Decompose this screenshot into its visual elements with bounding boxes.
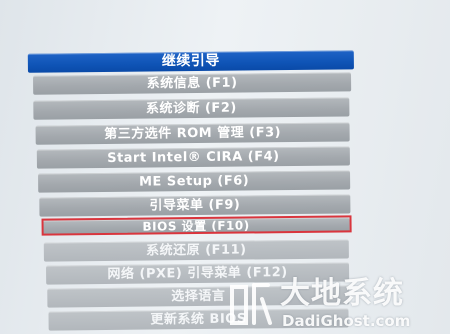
- menu-item-system-diagnostics[interactable]: 系统诊断 (F2): [33, 97, 350, 120]
- watermark: 大地系统 DadiGhost.com: [222, 277, 450, 334]
- menu-item-system-information[interactable]: 系统信息 (F1): [33, 72, 352, 95]
- menu-item-continue-boot[interactable]: 继续引导: [27, 50, 354, 73]
- annotation-highlight-box: [41, 215, 352, 236]
- bios-startup-menu-screen: 继续引导 系统信息 (F1) 系统诊断 (F2) 第三方选件 ROM 管理 (F…: [0, 0, 450, 334]
- watermark-title: 大地系统: [280, 276, 404, 311]
- dadi-logo-icon: [230, 283, 272, 325]
- menu-item-start-intel-cira[interactable]: Start Intel® CIRA (F4): [36, 146, 350, 169]
- menu-item-option-rom-management[interactable]: 第三方选件 ROM 管理 (F3): [35, 122, 350, 145]
- menu-item-me-setup[interactable]: ME Setup (F6): [38, 170, 351, 193]
- menu-item-system-recovery[interactable]: 系统还原 (F11): [43, 239, 349, 262]
- watermark-url: DadiGhost.com: [282, 312, 411, 330]
- menu-item-boot-menu[interactable]: 引导菜单 (F9): [39, 194, 351, 217]
